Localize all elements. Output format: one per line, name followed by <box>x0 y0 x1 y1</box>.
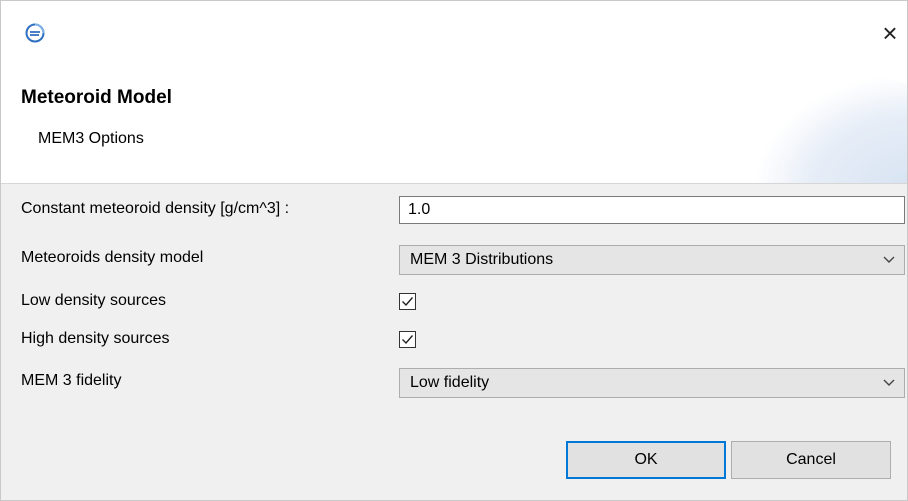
checkmark-icon <box>402 335 414 345</box>
fidelity-value: Low fidelity <box>410 374 490 391</box>
high-density-row: High density sources <box>1 323 907 357</box>
meteoroid-model-dialog: × Meteoroid Model MEM3 Options Constant … <box>0 0 908 501</box>
high-density-label: High density sources <box>21 330 170 347</box>
chevron-down-icon <box>883 256 895 263</box>
density-row: Constant meteoroid density [g/cm^3] : <box>1 193 907 227</box>
model-label: Meteoroids density model <box>21 249 204 266</box>
density-label: Constant meteoroid density [g/cm^3] : <box>21 200 290 217</box>
dialog-title: Meteoroid Model <box>21 87 172 108</box>
low-density-checkbox[interactable] <box>399 293 416 310</box>
fidelity-select[interactable]: Low fidelity <box>399 368 905 398</box>
close-icon: × <box>882 17 898 48</box>
cancel-button[interactable]: Cancel <box>731 441 891 479</box>
density-model-select[interactable]: MEM 3 Distributions <box>399 245 905 275</box>
dialog-subtitle: MEM3 Options <box>38 130 144 147</box>
dialog-banner: Meteoroid Model MEM3 Options <box>1 69 907 184</box>
ok-button[interactable]: OK <box>566 441 726 479</box>
low-density-label: Low density sources <box>21 292 166 309</box>
low-density-row: Low density sources <box>1 285 907 319</box>
title-bar: × <box>1 1 907 69</box>
fidelity-label: MEM 3 fidelity <box>21 372 122 389</box>
density-model-value: MEM 3 Distributions <box>410 251 554 268</box>
chevron-down-icon <box>883 379 895 386</box>
density-input[interactable] <box>399 196 905 224</box>
close-button[interactable]: × <box>875 15 905 51</box>
model-row: Meteoroids density model MEM 3 Distribut… <box>1 242 907 276</box>
banner-decoration <box>757 77 907 183</box>
checkmark-icon <box>402 297 414 307</box>
high-density-checkbox[interactable] <box>399 331 416 348</box>
eclipse-app-icon <box>25 23 45 43</box>
fidelity-row: MEM 3 fidelity Low fidelity <box>1 365 907 399</box>
